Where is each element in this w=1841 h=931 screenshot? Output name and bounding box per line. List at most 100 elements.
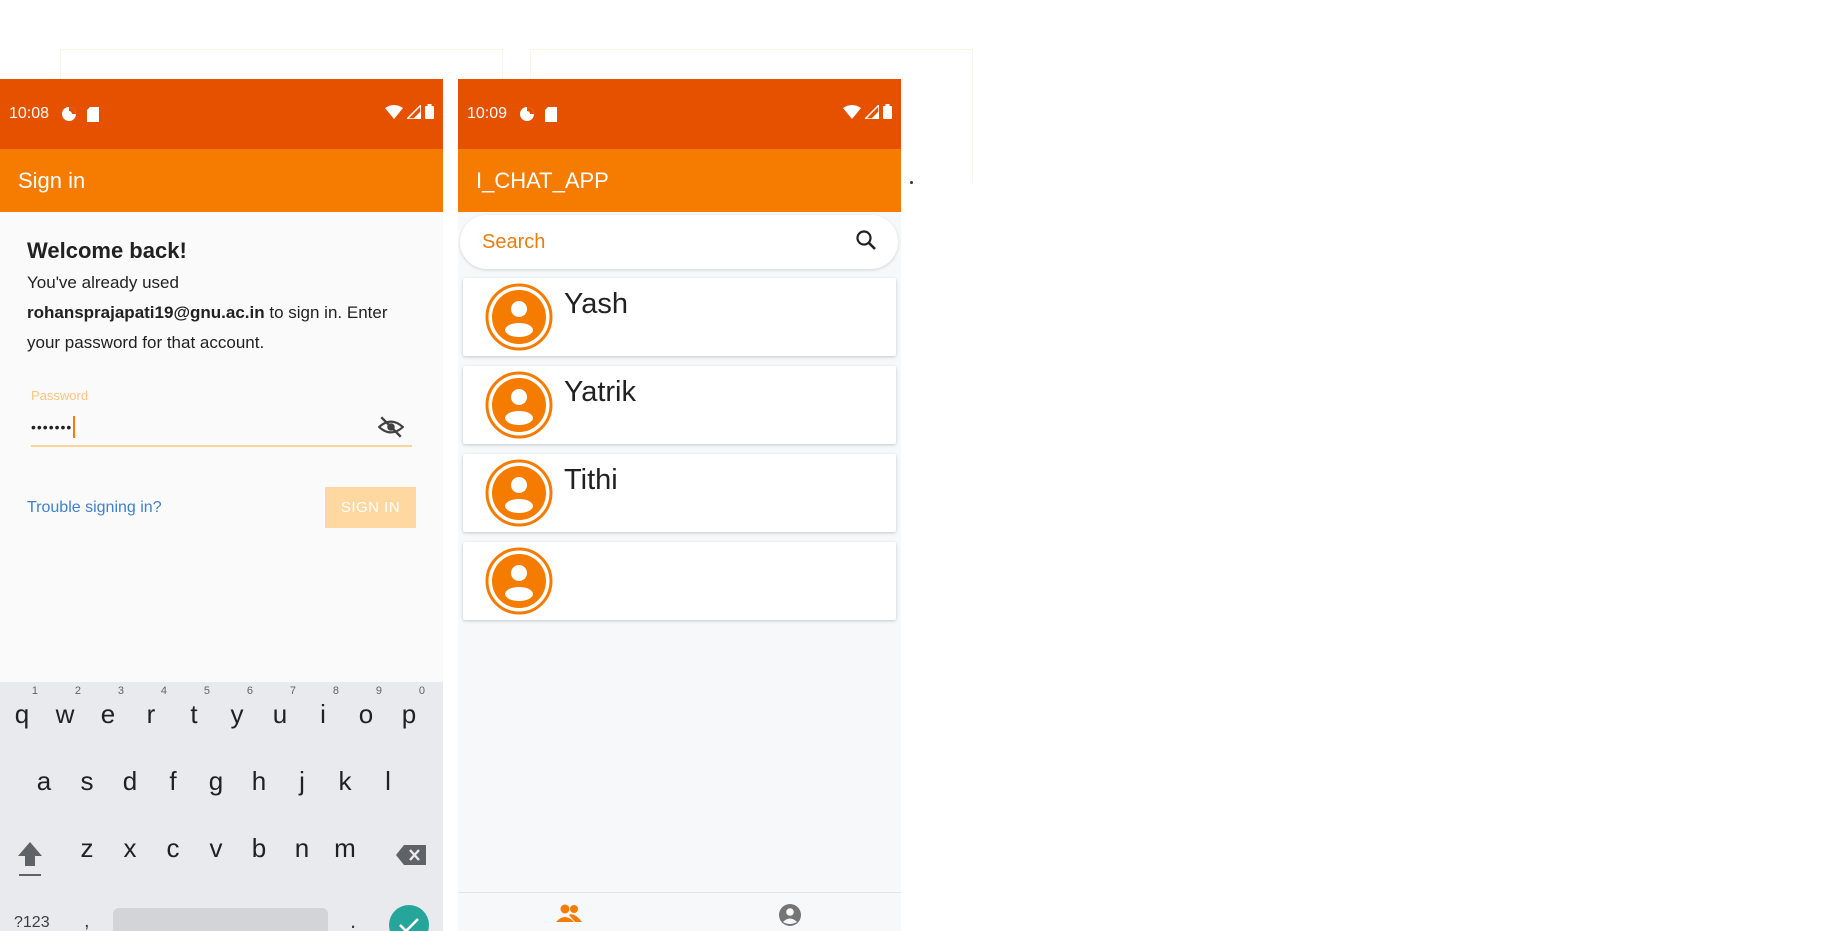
key-hint-number: 8 (332, 685, 339, 697)
key-q[interactable]: 1q (0, 685, 44, 730)
key-letter: z (80, 833, 94, 863)
key-r[interactable]: 4r (129, 685, 173, 730)
status-time: 10:09 (467, 105, 508, 122)
battery-icon (883, 104, 892, 124)
key-z[interactable]: z (65, 819, 109, 864)
key-letter: x (123, 833, 137, 863)
contact-name: Yash (564, 288, 628, 320)
key-letter: m (334, 833, 356, 863)
nav-profile[interactable] (680, 893, 902, 931)
key-j[interactable]: j (280, 752, 324, 797)
page-title: Sign in (18, 167, 86, 193)
key-hint-number: 4 (160, 685, 167, 697)
key-y[interactable]: 6y (215, 685, 259, 730)
key-letter: s (80, 766, 94, 796)
search-icon[interactable] (854, 228, 878, 257)
key-g[interactable]: g (194, 752, 238, 797)
space-key[interactable] (113, 908, 328, 931)
key-v[interactable]: v (194, 819, 238, 864)
key-hint-number: 9 (375, 685, 382, 697)
key-d[interactable]: d (108, 752, 152, 797)
key-letter: c (166, 833, 180, 863)
wifi-icon (843, 104, 861, 124)
key-p[interactable]: 0p (387, 685, 431, 730)
password-field[interactable]: Password ••••••• (31, 388, 412, 447)
sd-card-icon (545, 106, 558, 122)
welcome-title: Welcome back! (27, 238, 187, 263)
key-letter: a (36, 766, 52, 796)
key-n[interactable]: n (280, 819, 324, 864)
key-letter: l (385, 766, 391, 796)
symbols-key[interactable]: ?123 (14, 914, 50, 931)
backspace-key[interactable] (396, 845, 426, 870)
bottom-navigation (458, 892, 901, 931)
key-hint-number: 3 (117, 685, 124, 697)
key-letter: n (294, 833, 310, 863)
key-k[interactable]: k (323, 752, 367, 797)
key-c[interactable]: c (151, 819, 195, 864)
contact-card[interactable]: Yatrik (463, 366, 896, 444)
search-input[interactable] (480, 229, 854, 255)
signin-message: You've already used rohansprajapati19@gn… (27, 273, 388, 352)
key-hint-number: 0 (418, 685, 425, 697)
keyboard-row-3: zxcvbnm (0, 819, 443, 879)
contact-card[interactable]: Tithi (463, 454, 896, 532)
key-f[interactable]: f (151, 752, 195, 797)
key-e[interactable]: 3e (86, 685, 130, 730)
wifi-icon (385, 104, 403, 124)
keyboard-row-1: 1q2w3e4r5t6y7u8i9o0p (0, 685, 443, 745)
comma-key[interactable]: , (84, 910, 90, 931)
password-value[interactable]: ••••••• (31, 419, 72, 435)
avatar-icon (485, 283, 553, 351)
enter-key[interactable] (389, 905, 429, 931)
key-letter: f (169, 766, 177, 796)
stray-dot (910, 181, 913, 184)
account-circle-icon[interactable] (778, 903, 802, 931)
avatar-icon (485, 371, 553, 439)
key-t[interactable]: 5t (172, 685, 216, 730)
key-hint-number: 5 (203, 685, 210, 697)
shift-key[interactable] (16, 840, 44, 883)
app-title: I_CHAT_APP (476, 167, 609, 193)
visibility-off-icon[interactable] (378, 414, 404, 440)
status-bar: 10:08 (0, 79, 443, 149)
sd-card-icon (87, 106, 100, 122)
people-icon[interactable] (555, 903, 583, 931)
key-m[interactable]: m (323, 819, 367, 864)
key-o[interactable]: 9o (344, 685, 388, 730)
key-hint-number: 1 (31, 685, 38, 697)
key-i[interactable]: 8i (301, 685, 345, 730)
search-bar[interactable] (460, 215, 898, 269)
key-letter: d (122, 766, 138, 796)
key-h[interactable]: h (237, 752, 281, 797)
key-s[interactable]: s (65, 752, 109, 797)
signin-screen: 10:08 Sign in Welcome back! You've alrea… (0, 79, 443, 931)
period-key[interactable]: . (350, 908, 356, 931)
contact-list: Yash Yatrik Tithi (463, 278, 896, 630)
account-email: rohansprajapati19@gnu.ac.in (27, 303, 265, 322)
data-saver-icon (61, 106, 77, 122)
app-bar: Sign in (0, 149, 443, 212)
key-x[interactable]: x (108, 819, 152, 864)
key-letter: j (299, 766, 305, 796)
key-letter: g (208, 766, 224, 796)
key-b[interactable]: b (237, 819, 281, 864)
nav-people[interactable] (458, 893, 680, 931)
signal-icon (405, 102, 422, 124)
contact-card[interactable]: Yash (463, 278, 896, 356)
key-l[interactable]: l (366, 752, 410, 797)
chat-list-screen: 10:09 I_CHAT_APP Yash Yatrik Tithi (458, 79, 901, 931)
sign-in-button[interactable]: SIGN IN (325, 487, 416, 528)
key-letter: b (251, 833, 267, 863)
app-bar: I_CHAT_APP (458, 149, 901, 212)
key-a[interactable]: a (22, 752, 66, 797)
data-saver-icon (519, 106, 535, 122)
contact-card[interactable] (463, 542, 896, 620)
trouble-signing-in-link[interactable]: Trouble signing in? (27, 499, 162, 517)
password-label: Password (31, 388, 89, 403)
key-hint-number: 7 (289, 685, 296, 697)
key-w[interactable]: 2w (43, 685, 87, 730)
key-hint-number: 6 (246, 685, 253, 697)
key-u[interactable]: 7u (258, 685, 302, 730)
signal-icon (863, 102, 880, 124)
